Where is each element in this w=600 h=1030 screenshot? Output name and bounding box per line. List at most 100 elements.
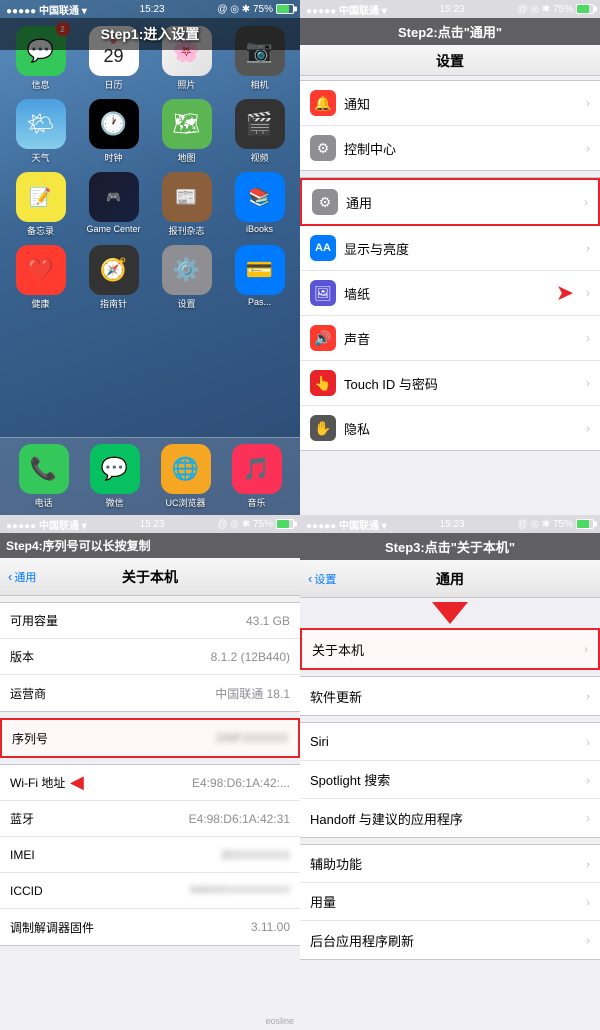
about-info-list: 可用容量 43.1 GB 版本 8.1.2 (12B440) 运营商 中国联通 … (0, 602, 300, 712)
app-health[interactable]: ❤️ 健康 (8, 245, 73, 310)
general-row-usage[interactable]: 用量 › (300, 883, 600, 921)
general-row-accessibility[interactable]: 辅助功能 › (300, 845, 600, 883)
about-phone-screen: ●●●●● 中国联通 ▾ 15:23 @ ◎ ✱ 75% Step4:序列号可以… (0, 515, 300, 1030)
settings-section-2: ⚙ 通用 › AA 显示与亮度 › 🖼 墙纸 ➤ › 🔊 声音 › (300, 177, 600, 451)
app-ibooks[interactable]: 📚 iBooks (227, 172, 292, 237)
wallpaper-icon: 🖼 (310, 280, 336, 306)
battery-q2: @ ◎ ✱ 75% (517, 4, 594, 15)
carrier-q1: ●●●●● 中国联通 ▾ (6, 2, 87, 17)
battery-icon-q4 (576, 519, 594, 529)
settings-list: 🔔 通知 › ⚙ 控制中心 › ⚙ 通用 › AA 显示与亮度 › (300, 80, 600, 457)
info-row-serial[interactable]: 序列号 DNPJXXXXX (2, 720, 298, 756)
serial-section: 序列号 DNPJXXXXX (0, 718, 300, 758)
info-row-carrier: 运营商 中国联通 18.1 (0, 675, 300, 711)
time-q1: 15:23 (140, 4, 165, 15)
app-grid: 💬 2 信息 泰 29 日历 🌸 照片 📷 相机 (0, 18, 300, 318)
back-button-q3[interactable]: ‹ 通用 (8, 569, 36, 585)
info-row-modem: 调制解调器固件 3.11.00 (0, 909, 300, 945)
settings-row-display[interactable]: AA 显示与亮度 › (300, 226, 600, 271)
battery-q1: @ ◎ ✱ 75% (217, 4, 294, 15)
sounds-icon: 🔊 (310, 325, 336, 351)
general-title: 通用 (436, 569, 464, 589)
app-passbook[interactable]: 💳 Pas... (227, 245, 292, 310)
red-arrow-q2: ➤ (556, 280, 574, 306)
dock: 📞 电话 💬 微信 🌐 UC浏览器 🎵 音乐 (0, 437, 300, 515)
dock-uc[interactable]: 🌐 UC浏览器 (161, 444, 211, 509)
app-gamecenter[interactable]: 🎮 Game Center (81, 172, 146, 237)
settings-section-1: 🔔 通知 › ⚙ 控制中心 › (300, 80, 600, 171)
carrier-q4: ●●●●● 中国联通 ▾ (306, 517, 387, 532)
settings-screen: ●●●●● 中国联通 ▾ 15:23 @ ◎ ✱ 75% Step2:点击"通用… (300, 0, 600, 515)
settings-row-controlcenter[interactable]: ⚙ 控制中心 › (300, 126, 600, 170)
red-down-arrow (432, 602, 468, 624)
general-section-3: 辅助功能 › 用量 › 后台应用程序刷新 › (300, 844, 600, 960)
general-row-siri[interactable]: Siri › (300, 723, 600, 761)
carrier-q2: ●●●●● 中国联通 ▾ (306, 2, 387, 17)
info-row-iccid: ICCID 898600XXXXXXXXXX (0, 873, 300, 909)
display-icon: AA (310, 235, 336, 261)
general-rows-list: 软件更新 › (300, 676, 600, 716)
info-row-imei: IMEI 35XXXXXXX (0, 837, 300, 873)
general-row-handoff[interactable]: Handoff 与建议的应用程序 › (300, 799, 600, 837)
dock-wechat[interactable]: 💬 微信 (90, 444, 140, 509)
settings-row-sounds[interactable]: 🔊 声音 › (300, 316, 600, 361)
dock-music[interactable]: 🎵 音乐 (232, 444, 282, 509)
info-row-bluetooth: 蓝牙 E4:98:D6:1A:42:31 (0, 801, 300, 837)
battery-q3: @ ◎ ✱ 75% (217, 519, 294, 530)
notifications-icon: 🔔 (310, 90, 336, 116)
status-bar-q4: ●●●●● 中国联通 ▾ 15:23 @ ◎ ✱ 75% (300, 515, 600, 533)
general-icon: ⚙ (312, 189, 338, 215)
carrier-q3: ●●●●● 中国联通 ▾ (6, 517, 87, 532)
watermark: eosline (265, 1016, 294, 1026)
status-bar-q2: ●●●●● 中国联通 ▾ 15:23 @ ◎ ✱ 75% (300, 0, 600, 18)
battery-icon-q3 (276, 519, 294, 529)
step1-banner: Step1:进入设置 (0, 18, 300, 50)
app-videos[interactable]: 🎬 视频 (227, 99, 292, 164)
step2-banner: Step2:点击"通用" (300, 18, 600, 45)
general-nav: ‹ 设置 通用 (300, 560, 600, 598)
about-nav: ‹ 通用 关于本机 (0, 558, 300, 596)
info-row-wifi: Wi-Fi 地址 ◀ E4:98:D6:1A:42:... (0, 765, 300, 801)
settings-row-general[interactable]: ⚙ 通用 › (300, 178, 600, 226)
general-row-update[interactable]: 软件更新 › (300, 677, 600, 715)
general-settings-screen: ●●●●● 中国联通 ▾ 15:23 @ ◎ ✱ 75% Step3:点击"关于… (300, 515, 600, 1030)
battery-icon-q2 (576, 4, 594, 14)
settings-title: 设置 (300, 45, 600, 76)
about-row-highlighted: 关于本机 › (300, 628, 600, 670)
info-row-version: 版本 8.1.2 (12B440) (0, 639, 300, 675)
dock-phone[interactable]: 📞 电话 (19, 444, 69, 509)
general-row-spotlight[interactable]: Spotlight 搜索 › (300, 761, 600, 799)
battery-q4: @ ◎ ✱ 75% (517, 519, 594, 530)
red-arrow-q3: ◀ (70, 772, 84, 793)
settings-row-touchid[interactable]: 👆 Touch ID 与密码 › (300, 361, 600, 406)
app-clock[interactable]: 🕐 时钟 (81, 99, 146, 164)
time-q3: 15:23 (140, 519, 165, 530)
privacy-icon: ✋ (310, 415, 336, 441)
time-q4: 15:23 (440, 519, 465, 530)
general-row-background[interactable]: 后台应用程序刷新 › (300, 921, 600, 959)
settings-row-privacy[interactable]: ✋ 隐私 › (300, 406, 600, 450)
back-button-q4[interactable]: ‹ 设置 (308, 571, 336, 587)
general-section-2: Siri › Spotlight 搜索 › Handoff 与建议的应用程序 › (300, 722, 600, 838)
step4-banner: Step4:序列号可以长按复制 (0, 533, 300, 558)
settings-row-notifications[interactable]: 🔔 通知 › (300, 81, 600, 126)
app-settings[interactable]: ⚙️ 设置 (154, 245, 219, 310)
app-newsstand[interactable]: 📰 报刊杂志 (154, 172, 219, 237)
touchid-icon: 👆 (310, 370, 336, 396)
status-bar-q1: ●●●●● 中国联通 ▾ 15:23 @ ◎ ✱ 75% (0, 0, 300, 18)
app-compass[interactable]: 🧭 指南针 (81, 245, 146, 310)
general-row-about[interactable]: 关于本机 › (302, 630, 598, 668)
status-bar-q3: ●●●●● 中国联通 ▾ 15:23 @ ◎ ✱ 75% (0, 515, 300, 533)
time-q2: 15:23 (440, 4, 465, 15)
app-notes[interactable]: 📝 备忘录 (8, 172, 73, 237)
about-title: 关于本机 (122, 567, 178, 587)
app-maps[interactable]: 🗺 地图 (154, 99, 219, 164)
home-screen: ●●●●● 中国联通 ▾ 15:23 @ ◎ ✱ 75% 💬 2 信息 泰 29… (0, 0, 300, 515)
down-arrow-area (300, 598, 600, 628)
controlcenter-icon: ⚙ (310, 135, 336, 161)
settings-row-wallpaper[interactable]: 🖼 墙纸 ➤ › (300, 271, 600, 316)
app-weather[interactable]: 🌤 天气 (8, 99, 73, 164)
more-info-list: Wi-Fi 地址 ◀ E4:98:D6:1A:42:... 蓝牙 E4:98:D… (0, 764, 300, 946)
battery-icon (276, 4, 294, 14)
info-row-capacity: 可用容量 43.1 GB (0, 603, 300, 639)
